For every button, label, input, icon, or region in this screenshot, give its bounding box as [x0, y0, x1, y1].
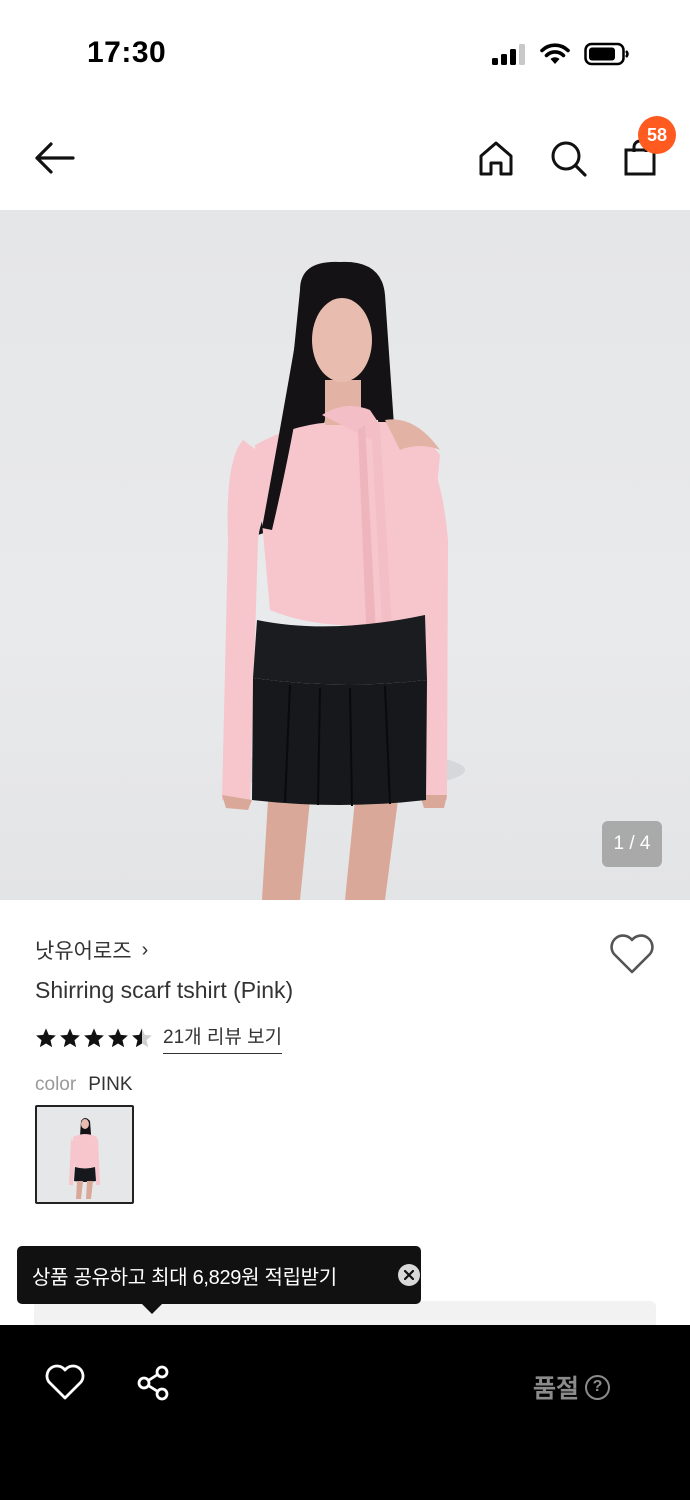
product-title: Shirring scarf tshirt (Pink)	[35, 977, 294, 1003]
heart-icon	[610, 934, 654, 974]
image-counter: 1 / 4	[602, 821, 662, 867]
product-image[interactable]	[0, 210, 690, 900]
wifi-icon	[540, 43, 570, 64]
share-button[interactable]	[134, 1363, 174, 1403]
tooltip-close-button[interactable]	[398, 1264, 420, 1286]
brand-name: 낫유어로즈	[35, 940, 132, 963]
share-reward-tooltip: 상품 공유하고 최대 6,829원 적립받기	[17, 1246, 421, 1304]
color-row: color PINK	[35, 1074, 133, 1096]
swatch-thumbnail	[37, 1107, 132, 1202]
soldout-status[interactable]: 품절 ?	[533, 1369, 611, 1405]
bottom-action-bar: 품절 ?	[0, 1325, 690, 1500]
share-icon	[137, 1365, 169, 1401]
color-label: color	[35, 1074, 77, 1095]
help-icon[interactable]: ?	[585, 1374, 611, 1400]
heart-icon	[45, 1364, 85, 1400]
model-photo	[222, 261, 465, 900]
star-icon	[84, 1028, 104, 1048]
signal-icon	[492, 44, 525, 65]
tooltip-arrow	[141, 1303, 163, 1314]
status-time: 17:30	[87, 36, 167, 69]
search-icon	[551, 141, 587, 177]
tooltip-text: 상품 공유하고 최대 6,829원 적립받기	[32, 1266, 337, 1289]
color-value: PINK	[88, 1074, 133, 1095]
color-swatch-pink[interactable]	[35, 1105, 134, 1204]
cart-count-badge: 58	[638, 116, 676, 154]
brand-link[interactable]: 낫유어로즈 ›	[35, 935, 148, 965]
close-icon	[404, 1270, 414, 1280]
home-button[interactable]	[474, 136, 518, 180]
star-icon	[108, 1028, 128, 1048]
top-nav	[0, 100, 690, 210]
home-icon	[479, 141, 513, 176]
back-button[interactable]	[32, 136, 76, 180]
soldout-label: 품절	[533, 1375, 580, 1403]
bottom-wishlist-button[interactable]	[44, 1363, 86, 1403]
chevron-right-icon: ›	[141, 938, 149, 961]
star-icon	[36, 1028, 56, 1048]
star-icon	[60, 1028, 80, 1048]
battery-icon	[584, 42, 629, 66]
arrow-left-icon	[35, 142, 75, 174]
review-link[interactable]: 21개 리뷰 보기	[163, 1022, 283, 1054]
search-button[interactable]	[546, 136, 590, 180]
half-star-icon	[132, 1028, 152, 1048]
rating-stars	[35, 1027, 153, 1049]
status-bar: 17:30	[0, 0, 690, 100]
rating-row: 21개 리뷰 보기	[35, 1022, 283, 1054]
wishlist-button[interactable]	[608, 932, 656, 976]
status-icons	[492, 42, 630, 66]
